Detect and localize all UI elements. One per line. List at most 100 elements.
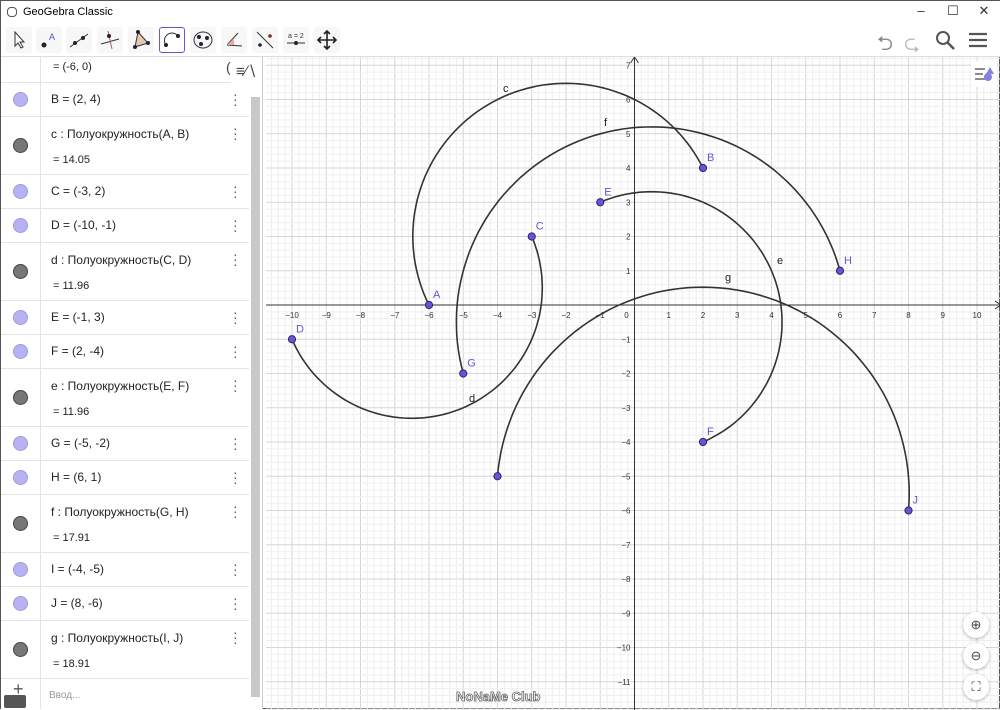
visibility-marker[interactable]	[1, 335, 41, 368]
zoom-out-button[interactable]: ⊖	[963, 643, 989, 669]
algebra-row-semicircle[interactable]: c : Полуокружность(A, B) = 14.05 · · ·	[1, 117, 249, 175]
perpendicular-line-tool[interactable]	[97, 27, 123, 53]
algebra-definition[interactable]: B = (2, 4)	[51, 92, 101, 106]
point-A[interactable]	[424, 300, 434, 310]
maximize-button[interactable]: ☐	[938, 3, 968, 19]
algebra-definition[interactable]: F = (2, -4)	[51, 344, 104, 358]
more-options-icon[interactable]: · · ·	[233, 179, 238, 203]
algebra-definition[interactable]: E = (-1, 3)	[51, 310, 105, 324]
algebra-row-semicircle[interactable]: g : Полуокружность(I, J) = 18.91 · · ·	[1, 621, 249, 679]
point-tool[interactable]: A	[36, 27, 62, 53]
algebra-row-semicircle[interactable]: e : Полуокружность(E, F) = 11.96 · · ·	[1, 369, 249, 427]
more-options-icon[interactable]: · · ·	[233, 465, 238, 489]
algebra-definition[interactable]: f : Полуокружность(G, H)	[51, 505, 189, 519]
more-options-icon[interactable]: · · ·	[233, 121, 238, 145]
visibility-marker[interactable]	[1, 243, 41, 300]
angle-tool[interactable]	[221, 27, 247, 53]
more-options-icon[interactable]: · · ·	[233, 431, 238, 455]
zoom-in-button[interactable]: ⊕	[963, 612, 989, 638]
slider-tool[interactable]: a = 2	[283, 27, 309, 53]
point-I[interactable]	[493, 472, 502, 481]
visibility-toggle-icon[interactable]	[13, 218, 28, 233]
more-options-icon[interactable]: · · ·	[233, 557, 238, 581]
visibility-toggle-icon[interactable]	[13, 562, 28, 577]
visibility-toggle-icon[interactable]	[13, 642, 28, 657]
move-graphics-tool[interactable]	[314, 27, 340, 53]
visibility-toggle-icon[interactable]	[13, 436, 28, 451]
minimize-button[interactable]: –	[906, 3, 936, 18]
algebra-description-toggle[interactable]: ≡∕∖	[231, 59, 261, 85]
visibility-toggle-icon[interactable]	[13, 596, 28, 611]
input-bar[interactable]: + Ввод...	[1, 679, 249, 709]
visibility-toggle-icon[interactable]	[13, 92, 28, 107]
visibility-marker[interactable]	[1, 301, 41, 334]
visibility-toggle-icon[interactable]	[13, 470, 28, 485]
algebra-row-point[interactable]: I = (-4, -5) · · ·	[1, 553, 249, 587]
algebra-definition[interactable]: C = (-3, 2)	[51, 184, 105, 198]
more-options-icon[interactable]: · · ·	[233, 625, 238, 649]
point-H[interactable]	[835, 266, 845, 275]
visibility-toggle-icon[interactable]	[13, 516, 28, 531]
reflect-tool[interactable]	[252, 27, 278, 53]
algebra-definition[interactable]: e : Полуокружность(E, F)	[51, 379, 189, 393]
algebra-row-point[interactable]: = (-6, 0) (	[1, 57, 249, 83]
point-E[interactable]	[596, 198, 605, 207]
algebra-row-point[interactable]: F = (2, -4) · · ·	[1, 335, 249, 369]
algebra-row-point[interactable]: D = (-10, -1) · · ·	[1, 209, 249, 243]
visibility-marker[interactable]	[1, 553, 41, 586]
algebra-row-point[interactable]: H = (6, 1) · · ·	[1, 461, 249, 495]
point-C[interactable]	[527, 232, 536, 241]
visibility-marker[interactable]	[1, 621, 41, 678]
visibility-marker[interactable]	[1, 461, 41, 494]
algebra-scrollbar[interactable]	[251, 97, 260, 697]
visibility-marker[interactable]	[1, 57, 41, 82]
more-options-icon[interactable]: · · ·	[233, 305, 238, 329]
point-G[interactable]	[459, 369, 468, 378]
algebra-row-point[interactable]: C = (-3, 2) · · ·	[1, 175, 249, 209]
algebra-row-point[interactable]: J = (8, -6) · · ·	[1, 587, 249, 621]
algebra-row-semicircle[interactable]: f : Полуокружность(G, H) = 17.91 · · ·	[1, 495, 249, 553]
algebra-definition[interactable]: d : Полуокружность(C, D)	[51, 253, 191, 267]
visibility-toggle-icon[interactable]	[13, 264, 28, 279]
visibility-toggle-icon[interactable]	[13, 344, 28, 359]
algebra-row-semicircle[interactable]: d : Полуокружность(C, D) = 11.96 · · ·	[1, 243, 249, 301]
visibility-marker[interactable]	[1, 117, 41, 174]
visibility-toggle-icon[interactable]	[13, 184, 28, 199]
algebra-row-point[interactable]: E = (-1, 3) · · ·	[1, 301, 249, 335]
close-button[interactable]: ✕	[969, 3, 999, 19]
point-B[interactable]	[698, 163, 708, 173]
algebra-row-point[interactable]: B = (2, 4) · · ·	[1, 83, 249, 117]
visibility-marker[interactable]	[1, 209, 41, 242]
search-button[interactable]	[934, 29, 956, 57]
more-options-icon[interactable]: · · ·	[233, 373, 238, 397]
more-options-icon[interactable]: · · ·	[233, 87, 238, 111]
algebra-definition[interactable]: c : Полуокружность(A, B)	[51, 127, 189, 141]
point-D[interactable]	[287, 335, 297, 344]
input-placeholder[interactable]: Ввод...	[49, 690, 80, 701]
more-options-icon[interactable]: · · ·	[233, 213, 238, 237]
line-tool[interactable]	[66, 27, 92, 53]
more-options-icon[interactable]: · · ·	[233, 339, 238, 363]
algebra-row-point[interactable]: G = (-5, -2) · · ·	[1, 427, 249, 461]
fullscreen-button[interactable]: ⛶	[963, 674, 989, 700]
visibility-marker[interactable]	[1, 175, 41, 208]
visibility-marker[interactable]	[1, 587, 41, 620]
point-F[interactable]	[698, 437, 708, 447]
visibility-marker[interactable]	[1, 369, 41, 426]
more-options-icon[interactable]: · · ·	[233, 591, 238, 615]
visibility-marker[interactable]	[1, 83, 41, 116]
main-menu-button[interactable]	[967, 29, 989, 57]
more-options-icon[interactable]: · · ·	[233, 499, 238, 523]
visibility-toggle-icon[interactable]	[13, 390, 28, 405]
visibility-toggle-icon[interactable]	[13, 310, 28, 325]
point-J[interactable]	[904, 506, 913, 515]
algebra-definition[interactable]: D = (-10, -1)	[51, 218, 116, 232]
algebra-definition[interactable]: G = (-5, -2)	[51, 436, 110, 450]
more-options-icon[interactable]: · · ·	[233, 247, 238, 271]
visibility-toggle-icon[interactable]	[13, 138, 28, 153]
algebra-definition[interactable]: J = (8, -6)	[51, 596, 103, 610]
polygon-tool[interactable]	[128, 27, 154, 53]
keyboard-icon[interactable]	[4, 695, 26, 708]
move-tool[interactable]	[6, 27, 32, 53]
algebra-definition[interactable]: I = (-4, -5)	[51, 562, 104, 576]
